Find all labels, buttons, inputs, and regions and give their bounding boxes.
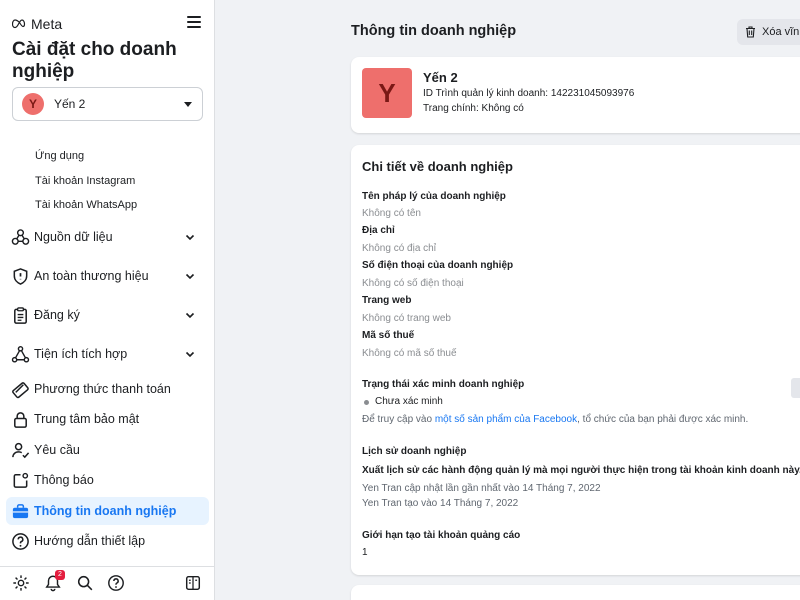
tax-id-value: Không có mã số thuế bbox=[362, 348, 457, 359]
website-value: Không có trang web bbox=[362, 313, 451, 324]
business-avatar: Y bbox=[362, 68, 412, 118]
website-label: Trang web bbox=[362, 295, 412, 306]
sidebar-item-label: Thông tin doanh nghiệp bbox=[34, 504, 177, 518]
meta-logo[interactable]: Meta bbox=[12, 16, 62, 32]
lock-icon bbox=[6, 405, 34, 433]
panel-toggle-icon[interactable] bbox=[184, 574, 202, 592]
phone-value: Không có số điện thoại bbox=[362, 278, 464, 289]
trash-icon bbox=[746, 26, 755, 38]
person-check-icon bbox=[6, 436, 34, 464]
sidebar-item-data-sources[interactable]: Nguồn dữ liệu bbox=[6, 223, 209, 251]
notification-icon bbox=[6, 466, 34, 494]
settings-icon[interactable] bbox=[12, 574, 30, 592]
account-selector[interactable]: Y Yến 2 bbox=[12, 87, 203, 121]
business-name: Yến 2 bbox=[423, 70, 458, 85]
page-title: Thông tin doanh nghiệp bbox=[351, 23, 517, 39]
sidebar-item-label: Hướng dẫn thiết lập bbox=[34, 534, 146, 548]
next-card bbox=[351, 585, 800, 600]
sidebar: Meta Cài đặt cho doanh nghiệp Y Yến 2 Ứn… bbox=[0, 0, 215, 600]
ad-account-limit-label: Giới hạn tạo tài khoản quảng cáo bbox=[362, 530, 521, 541]
delete-business-button[interactable]: Xóa vĩnh bbox=[737, 19, 800, 45]
help-circle-icon[interactable] bbox=[107, 574, 125, 592]
notification-count-badge: 2 bbox=[55, 570, 65, 580]
chevron-down-icon bbox=[185, 234, 195, 241]
sidebar-item-label: An toàn thương hiệu bbox=[34, 269, 149, 283]
verification-status-value: Chưa xác minh bbox=[375, 396, 443, 407]
legal-name-value: Không có tên bbox=[362, 208, 421, 219]
sidebar-item-security-center[interactable]: Trung tâm bảo mật bbox=[6, 405, 209, 433]
sidebar-item-requests[interactable]: Yêu cầu bbox=[6, 436, 209, 464]
address-value: Không có địa chỉ bbox=[362, 243, 436, 254]
payment-icon bbox=[6, 375, 34, 403]
sidebar-bottom-toolbar: 2 bbox=[0, 566, 215, 600]
last-updated-text: Yen Tran cập nhật lần gần nhất vào 14 Th… bbox=[362, 483, 601, 494]
menu-icon[interactable] bbox=[187, 15, 203, 29]
sidebar-item-payment-methods[interactable]: Phương thức thanh toán bbox=[6, 375, 209, 403]
verification-note-text: , tổ chức của bạn phải được xác minh. bbox=[577, 414, 749, 425]
sidebar-subitem-apps[interactable]: Ứng dụng bbox=[35, 150, 84, 162]
facebook-products-link[interactable]: một số sản phẩm của Facebook bbox=[435, 414, 577, 425]
business-history-label: Lịch sử doanh nghiệp bbox=[362, 446, 467, 457]
tax-id-label: Mã số thuế bbox=[362, 330, 415, 341]
sidebar-item-label: Yêu cầu bbox=[34, 443, 80, 457]
status-dot bbox=[364, 400, 369, 405]
caret-down-icon bbox=[184, 102, 192, 107]
sidebar-item-integrations[interactable]: Tiện ích tích hợp bbox=[6, 340, 209, 368]
chevron-down-icon bbox=[185, 312, 195, 319]
sidebar-subitem-instagram[interactable]: Tài khoản Instagram bbox=[35, 175, 135, 187]
sidebar-title: Cài đặt cho doanh nghiệp bbox=[12, 39, 177, 82]
integrations-icon bbox=[6, 340, 34, 368]
ad-account-limit-value: 1 bbox=[362, 547, 368, 558]
verification-note-text: Để truy cập vào bbox=[362, 414, 435, 425]
created-text: Yen Tran tạo vào 14 Tháng 7, 2022 bbox=[362, 498, 519, 509]
sidebar-item-notifications[interactable]: Thông báo bbox=[6, 466, 209, 494]
data-sources-icon bbox=[6, 223, 34, 251]
export-history-link[interactable]: Xuất lịch sử các hành động quản lý mà mọ… bbox=[362, 465, 800, 476]
sidebar-item-setup-guide[interactable]: Hướng dẫn thiết lập bbox=[6, 527, 209, 555]
address-label: Địa chỉ bbox=[362, 225, 395, 236]
phone-label: Số điện thoại của doanh nghiệp bbox=[362, 260, 514, 271]
side-panel-handle[interactable] bbox=[791, 378, 800, 398]
sidebar-item-label: Nguồn dữ liệu bbox=[34, 230, 113, 244]
meta-logo-text: Meta bbox=[31, 16, 63, 32]
business-header-card: Y Yến 2 ID Trình quản lý kinh doanh: 142… bbox=[351, 57, 800, 133]
sidebar-item-registrations[interactable]: Đăng ký bbox=[6, 301, 209, 329]
sidebar-item-business-info[interactable]: Thông tin doanh nghiệp bbox=[6, 497, 209, 525]
shield-icon bbox=[6, 262, 34, 290]
legal-name-label: Tên pháp lý của doanh nghiệp bbox=[362, 191, 506, 202]
briefcase-icon bbox=[6, 497, 34, 525]
business-main-page: Trang chính: Không có bbox=[423, 103, 524, 114]
sidebar-item-label: Phương thức thanh toán bbox=[34, 382, 171, 396]
delete-button-label: Xóa vĩnh bbox=[762, 26, 800, 38]
business-details-card: Chi tiết về doanh nghiệp Tên pháp lý của… bbox=[351, 145, 800, 575]
meta-infinity-icon bbox=[12, 19, 26, 29]
sidebar-item-label: Trung tâm bảo mật bbox=[34, 412, 140, 426]
verification-note: Để truy cập vào một số sản phẩm của Face… bbox=[362, 414, 748, 425]
account-name: Yến 2 bbox=[54, 97, 86, 111]
chevron-down-icon bbox=[185, 273, 195, 280]
business-manager-id: ID Trình quản lý kinh doanh: 14223104509… bbox=[423, 88, 635, 99]
sidebar-item-label: Tiện ích tích hợp bbox=[34, 347, 128, 361]
chevron-down-icon bbox=[185, 351, 195, 358]
sidebar-subitem-whatsapp[interactable]: Tài khoản WhatsApp bbox=[35, 199, 137, 211]
help-icon bbox=[6, 527, 34, 555]
details-section-title: Chi tiết về doanh nghiệp bbox=[362, 159, 513, 174]
search-icon[interactable] bbox=[76, 574, 94, 592]
sidebar-item-label: Đăng ký bbox=[34, 308, 80, 322]
verification-status-label: Trạng thái xác minh doanh nghiệp bbox=[362, 379, 525, 390]
sidebar-item-brand-safety[interactable]: An toàn thương hiệu bbox=[6, 262, 209, 290]
account-avatar: Y bbox=[22, 93, 44, 115]
sidebar-item-label: Thông báo bbox=[34, 473, 94, 487]
clipboard-icon bbox=[6, 301, 34, 329]
